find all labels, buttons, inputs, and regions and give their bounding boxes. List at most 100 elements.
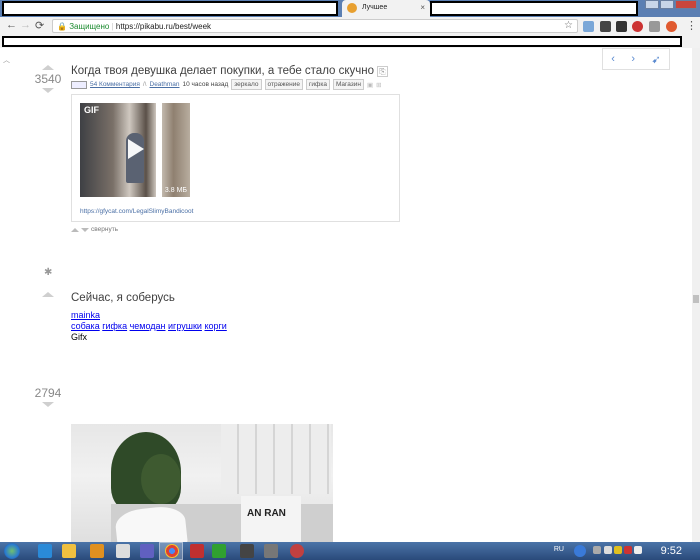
- post-content-card: GIF 3.8 МБ https://gfycat.com/LegalSlimy…: [71, 94, 400, 222]
- reload-button[interactable]: ⟳: [35, 19, 44, 32]
- close-window-button[interactable]: [675, 0, 697, 9]
- vote-block: 3540: [32, 65, 64, 93]
- pikabu-favicon-icon: [347, 3, 357, 13]
- upvote-icon[interactable]: [42, 292, 54, 297]
- redacted-tab[interactable]: [2, 1, 338, 16]
- app-icon[interactable]: [212, 544, 226, 558]
- gif-label: GIF: [84, 105, 99, 115]
- fish-icon[interactable]: ➹: [652, 53, 661, 66]
- windows-taskbar: RU 9:52: [0, 542, 700, 560]
- extension-icon[interactable]: [583, 21, 594, 32]
- tab-title: Лучшее: [362, 4, 388, 11]
- post-title[interactable]: Сейчас, я соберусь: [71, 292, 175, 304]
- tray-icon[interactable]: [614, 546, 622, 554]
- page-viewport: ︿ ‹ › ➹ 3540 Когда твоя девушка делает п…: [0, 48, 700, 542]
- tab-close-icon[interactable]: ×: [420, 3, 425, 12]
- pillow-text: AN RAN: [247, 508, 286, 519]
- vote-block: [32, 292, 64, 297]
- post-title[interactable]: Когда твоя девушка делает покупки, а теб…: [71, 65, 388, 77]
- tray-icon[interactable]: [604, 546, 612, 554]
- tray-icon[interactable]: [593, 546, 601, 554]
- app-icon[interactable]: [116, 544, 130, 558]
- story-nav-widget: ‹ › ➹: [602, 48, 670, 70]
- address-bar[interactable]: 🔒 Защищено | https://pikabu.ru/best/week…: [52, 19, 578, 33]
- start-button[interactable]: [4, 543, 20, 559]
- app-icon[interactable]: [264, 544, 278, 558]
- tray-icon[interactable]: [624, 546, 632, 554]
- scroll-thumb[interactable]: [693, 295, 699, 303]
- tag[interactable]: гифка: [305, 79, 330, 90]
- tag-link[interactable]: собака: [71, 321, 100, 331]
- menu-icon[interactable]: ⋮: [686, 19, 697, 32]
- tag-link[interactable]: игрушки: [168, 321, 202, 331]
- gif-preview[interactable]: GIF 3.8 МБ: [80, 103, 190, 197]
- scroll-up-icon[interactable]: ︿: [3, 55, 10, 65]
- post-rating: 3540: [34, 72, 62, 86]
- post-meta: 54 Комментария /\ Deathman 10 часов наза…: [71, 79, 382, 90]
- post-time: 10 часов назад: [182, 81, 229, 88]
- tag[interactable]: отражение: [264, 79, 303, 90]
- app-icon[interactable]: [190, 544, 204, 558]
- adblock-icon[interactable]: [632, 21, 643, 32]
- post-image[interactable]: AN RAN: [71, 424, 333, 542]
- back-button[interactable]: ←: [6, 19, 17, 31]
- author-link[interactable]: Deathman: [150, 81, 180, 88]
- hide-icon[interactable]: ▣: [367, 81, 373, 89]
- collapse-label[interactable]: свернуть: [91, 226, 118, 233]
- clock[interactable]: 9:52: [661, 545, 682, 557]
- format-label: Gifx: [71, 332, 88, 342]
- downvote-icon[interactable]: [42, 402, 54, 407]
- bookmarks-bar: [0, 35, 700, 48]
- tag[interactable]: зеркало: [231, 79, 262, 90]
- post-raw-meta: mainka собака гифка чемодан игрушки корг…: [71, 310, 227, 343]
- app-icon[interactable]: [140, 544, 154, 558]
- add-icon[interactable]: ⊞: [376, 81, 381, 89]
- app-icon[interactable]: [240, 544, 254, 558]
- ie-icon[interactable]: [38, 544, 52, 558]
- browser-toolbar: ← → ⟳ 🔒 Защищено | https://pikabu.ru/bes…: [0, 17, 700, 35]
- maximize-button[interactable]: [660, 0, 674, 9]
- play-icon[interactable]: [128, 139, 144, 159]
- next-story-icon[interactable]: ›: [631, 53, 635, 65]
- author-link[interactable]: mainka: [71, 310, 100, 320]
- tab-active[interactable]: Лучшее ×: [342, 0, 430, 17]
- extension-icon[interactable]: [616, 21, 627, 32]
- help-icon[interactable]: [574, 545, 586, 557]
- mini-downvote-icon[interactable]: [81, 227, 89, 232]
- upvote-icon[interactable]: [42, 65, 54, 70]
- extension-icon[interactable]: [600, 21, 611, 32]
- tag-link[interactable]: корги: [204, 321, 226, 331]
- secure-label: Защищено: [69, 22, 110, 31]
- source-link[interactable]: https://gfycat.com/LegalSlimyBandicoot: [80, 208, 193, 215]
- scrollbar[interactable]: [692, 48, 700, 542]
- chrome-icon: [165, 544, 179, 558]
- mini-upvote-icon[interactable]: [71, 227, 79, 232]
- tag-link[interactable]: гифка: [102, 321, 127, 331]
- view-select[interactable]: [71, 80, 87, 89]
- collapse-control[interactable]: свернуть: [71, 226, 118, 233]
- gif-size: 3.8 МБ: [164, 187, 187, 194]
- downvote-icon[interactable]: [42, 88, 54, 93]
- media-icon[interactable]: [90, 544, 104, 558]
- app-icon[interactable]: [290, 544, 304, 558]
- shield-icon[interactable]: [649, 21, 660, 32]
- opera-icon[interactable]: [666, 21, 677, 32]
- tag[interactable]: Магазин: [332, 79, 365, 90]
- folder-icon[interactable]: [62, 544, 76, 558]
- volume-icon[interactable]: [634, 546, 642, 554]
- chrome-taskbar-button[interactable]: [159, 542, 183, 560]
- redacted-tab[interactable]: [430, 1, 638, 16]
- tag-link[interactable]: чемодан: [130, 321, 166, 331]
- forward-button[interactable]: →: [20, 19, 31, 31]
- post-rating: 2794: [34, 386, 62, 400]
- prev-story-icon[interactable]: ‹: [611, 53, 615, 65]
- pin-icon: ✱: [44, 267, 53, 278]
- comments-link[interactable]: 54 Комментария: [90, 81, 140, 88]
- lock-icon: 🔒: [57, 22, 67, 31]
- save-icon[interactable]: ⎘: [377, 66, 388, 77]
- language-indicator[interactable]: RU: [554, 546, 564, 553]
- bookmark-star-icon[interactable]: ☆: [564, 20, 573, 31]
- url-text: https://pikabu.ru/best/week: [115, 22, 212, 31]
- vote-block: 2794: [32, 384, 64, 407]
- minimize-button[interactable]: [645, 0, 659, 9]
